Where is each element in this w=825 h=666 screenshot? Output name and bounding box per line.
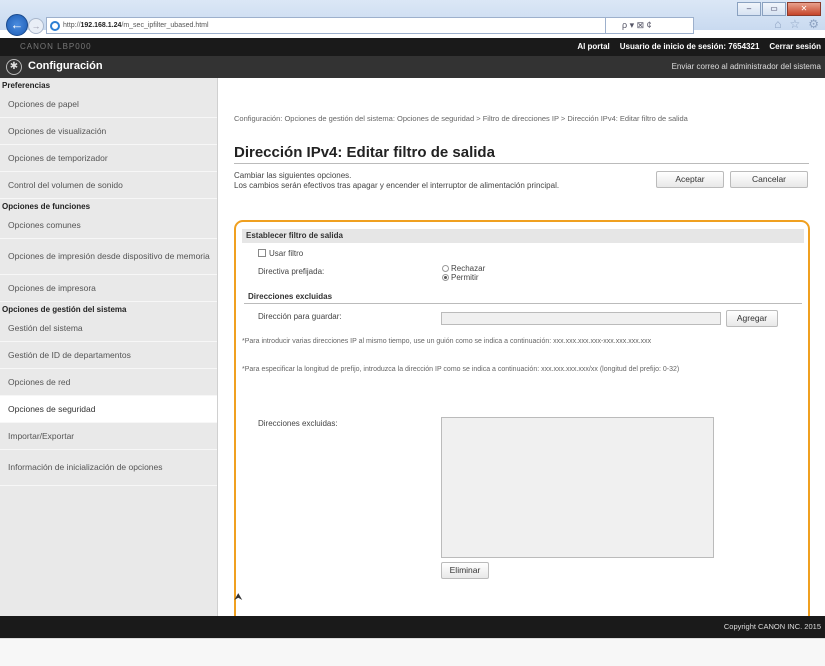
user-label: Usuario de inicio de sesión: — [619, 42, 727, 51]
sidebar: Preferencias Opciones de papel Opciones … — [0, 78, 218, 616]
sidebar-group-heading: Preferencias — [2, 81, 51, 90]
sidebar-item-display[interactable]: Opciones de visualización — [0, 118, 217, 145]
browser-nav-row: ← → http://192.168.1.24/m_sec_ipfilter_u… — [0, 12, 825, 38]
sidebar-item-paper[interactable]: Opciones de papel — [0, 91, 217, 118]
excluded-list-label: Direcciones excluidas: — [258, 419, 338, 428]
sidebar-item-system-mgmt[interactable]: Gestión del sistema — [0, 315, 217, 342]
settings-gear-icon[interactable]: ⚙ — [808, 18, 819, 30]
browser-status-area — [0, 638, 825, 666]
policy-reject-label: Rechazar — [451, 264, 486, 273]
title-divider — [234, 163, 809, 164]
policy-reject-radio[interactable] — [442, 265, 449, 272]
logout-link[interactable]: Cerrar sesión — [769, 38, 821, 56]
sidebar-item-import-export[interactable]: Importar/Exportar — [0, 423, 217, 450]
sidebar-item-printer[interactable]: Opciones de impresora — [0, 275, 217, 302]
sidebar-item-timer[interactable]: Opciones de temporizador — [0, 145, 217, 172]
add-button[interactable]: Agregar — [726, 310, 778, 327]
note-prefix-length: *Para especificar la longitud de prefijo… — [242, 366, 680, 373]
scroll-to-top-icon[interactable]: ⮝ — [234, 592, 243, 603]
excluded-heading: Direcciones excluidas — [248, 292, 333, 301]
device-host-name: CANON LBP000 — [20, 42, 92, 51]
sidebar-item-memory-print[interactable]: Opciones de impresión desde dispositivo … — [0, 239, 217, 275]
excluded-divider — [244, 303, 802, 304]
page-description: Cambiar las siguientes opciones. Los cam… — [234, 171, 560, 190]
forward-button[interactable]: → — [28, 18, 44, 34]
back-button[interactable]: ← — [6, 14, 28, 36]
breadcrumb: Configuración: Opciones de gestión del s… — [234, 114, 688, 123]
browser-logo-icon — [50, 21, 60, 31]
sidebar-item-common[interactable]: Opciones comunes — [0, 212, 217, 239]
sidebar-item-initialize[interactable]: Información de inicialización de opcione… — [0, 450, 217, 486]
sidebar-item-department-id[interactable]: Gestión de ID de departamentos — [0, 342, 217, 369]
sidebar-item-security[interactable]: Opciones de seguridad — [0, 396, 217, 423]
main-content: Configuración: Opciones de gestión del s… — [218, 78, 825, 654]
address-bar[interactable]: http://192.168.1.24/m_sec_ipfilter_ubase… — [46, 17, 606, 34]
policy-allow-radio[interactable] — [442, 274, 449, 281]
copyright-text: Copyright CANON INC. 2015 — [723, 622, 821, 631]
address-to-save-input[interactable] — [441, 312, 721, 325]
url-path: /m_sec_ipfilter_ubased.html — [121, 22, 209, 29]
top-bar: CANON LBP000 Al portal Usuario de inicio… — [0, 38, 825, 56]
address-to-save-label: Dirección para guardar: — [258, 312, 342, 321]
sidebar-item-network[interactable]: Opciones de red — [0, 369, 217, 396]
use-filter-checkbox[interactable] — [258, 249, 266, 257]
output-filter-panel: Establecer filtro de salida Usar filtro … — [234, 220, 810, 654]
url-prefix: http:// — [63, 22, 81, 29]
favorites-icon[interactable]: ☆ — [789, 18, 800, 30]
home-icon[interactable]: ⌂ — [774, 18, 781, 30]
sidebar-item-volume[interactable]: Control del volumen de sonido — [0, 172, 217, 199]
policy-allow-label: Permitir — [451, 273, 479, 282]
header-title: Configuración — [28, 60, 103, 72]
page-title: Dirección IPv4: Editar filtro de salida — [234, 144, 495, 161]
sidebar-group-heading: Opciones de gestión del sistema — [2, 305, 127, 314]
page-header: ✱ Configuración Enviar correo al adminis… — [0, 56, 825, 78]
address-tools[interactable]: ρ ▾ ⊠ ¢ — [606, 17, 694, 34]
settings-icon: ✱ — [6, 59, 22, 75]
use-filter-label: Usar filtro — [269, 249, 304, 258]
mail-admin-link[interactable]: Enviar correo al administrador del siste… — [672, 62, 821, 71]
excluded-addresses-list[interactable] — [441, 417, 714, 558]
default-policy-label: Directiva prefijada: — [258, 267, 325, 276]
footer: Copyright CANON INC. 2015 — [0, 616, 825, 638]
browser-toolbar-icons: ⌂ ☆ ⚙ — [774, 18, 819, 30]
url-host: 192.168.1.24 — [80, 22, 122, 29]
cancel-button[interactable]: Cancelar — [730, 171, 808, 188]
ok-button[interactable]: Aceptar — [656, 171, 724, 188]
panel-heading: Establecer filtro de salida — [242, 229, 804, 243]
delete-button[interactable]: Eliminar — [441, 562, 489, 579]
note-multiple-addresses: *Para introducir varias direcciones IP a… — [242, 338, 652, 345]
user-value: 7654321 — [728, 42, 760, 51]
sidebar-group-heading: Opciones de funciones — [2, 202, 91, 211]
portal-link[interactable]: Al portal — [577, 38, 609, 56]
